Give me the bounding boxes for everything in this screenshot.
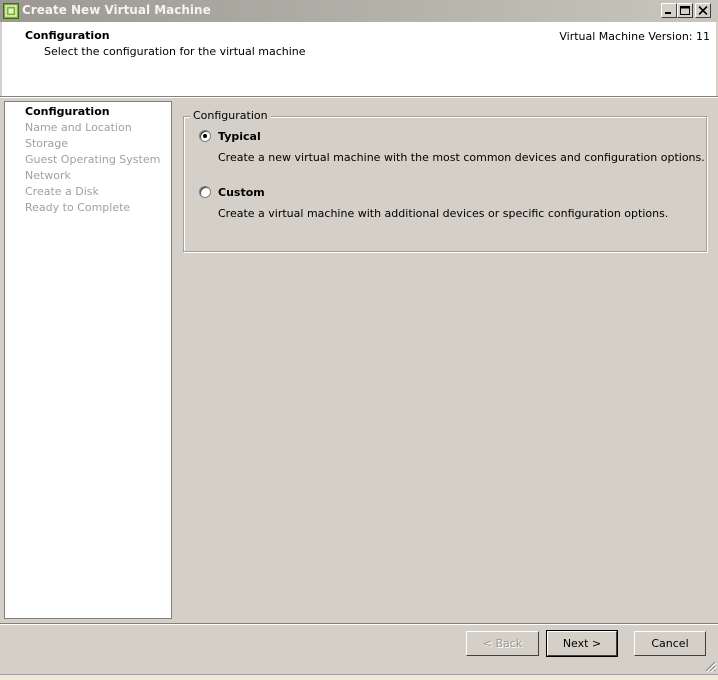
cancel-button[interactable]: Cancel (634, 631, 706, 656)
footer-divider-highlight (0, 624, 718, 625)
wizard-header: Configuration Select the configuration f… (2, 22, 716, 97)
vsphere-app-icon (3, 3, 19, 19)
maximize-button[interactable] (677, 3, 693, 18)
next-button[interactable]: Next > (546, 630, 618, 657)
window-title: Create New Virtual Machine (22, 3, 211, 17)
wizard-steps-panel: Configuration Name and Location Storage … (4, 101, 172, 619)
title-bar[interactable]: Create New Virtual Machine (0, 0, 718, 22)
step-network: Network (25, 169, 71, 182)
step-ready-to-complete: Ready to Complete (25, 201, 131, 214)
minimize-button[interactable] (661, 3, 677, 18)
back-button[interactable]: < Back (466, 631, 539, 656)
typical-option-description: Create a new virtual machine with the mo… (218, 151, 705, 164)
radio-selected-dot (203, 134, 207, 138)
typical-radio[interactable] (199, 130, 211, 142)
step-create-a-disk: Create a Disk (25, 185, 99, 198)
custom-option-description: Create a virtual machine with additional… (218, 207, 669, 220)
step-guest-operating-system: Guest Operating System (25, 153, 161, 166)
page-subtitle: Select the configuration for the virtual… (44, 45, 306, 58)
configuration-groupbox (183, 116, 707, 252)
create-vm-dialog: Create New Virtual Machine Configuration… (0, 0, 718, 680)
custom-option-label[interactable]: Custom (218, 186, 265, 199)
step-configuration[interactable]: Configuration (25, 105, 110, 118)
vm-version-label: Virtual Machine Version: 11 (559, 30, 710, 43)
step-name-and-location: Name and Location (25, 121, 132, 134)
configuration-group-label: Configuration (190, 109, 271, 122)
resize-grip-icon[interactable] (704, 660, 717, 673)
background-window-strip (0, 674, 718, 680)
page-title: Configuration (25, 29, 110, 42)
header-divider-highlight (0, 97, 718, 98)
typical-option-label[interactable]: Typical (218, 130, 261, 143)
close-button[interactable] (695, 3, 711, 18)
custom-radio[interactable] (199, 186, 211, 198)
step-storage: Storage (25, 137, 69, 150)
